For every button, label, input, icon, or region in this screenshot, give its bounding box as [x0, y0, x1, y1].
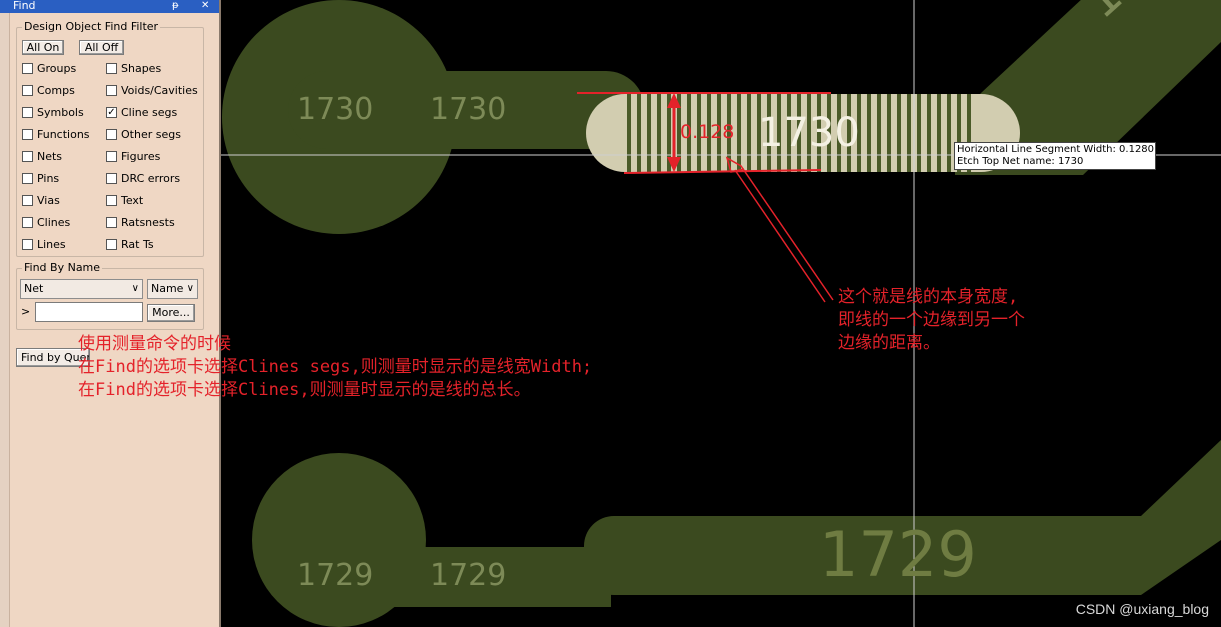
tooltip-line-2: Etch Top Net name: 1730	[957, 156, 1084, 167]
checkbox-unchecked-icon[interactable]	[106, 217, 117, 228]
measure-value: 0.128	[680, 121, 735, 143]
hatch-stripe	[897, 94, 901, 172]
checkbox-label: Groups	[37, 62, 77, 75]
callout-arrow-inner	[734, 169, 826, 303]
hatch-stripe	[907, 94, 911, 172]
checkbox-unchecked-icon[interactable]	[22, 239, 33, 250]
checkbox-unchecked-icon[interactable]	[106, 129, 117, 140]
object-info-tooltip: Horizontal Line Segment Width: 0.1280 Et…	[954, 142, 1156, 170]
checkbox-label: Cline segs	[121, 106, 178, 119]
checkbox-unchecked-icon[interactable]	[22, 195, 33, 206]
checkbox-unchecked-icon[interactable]	[106, 85, 117, 96]
chevron-down-icon: ∨	[131, 283, 139, 294]
width-note-line: 即线的一个边缘到另一个	[838, 310, 1025, 330]
checkbox-label: Voids/Cavities	[121, 84, 198, 97]
all-off-button[interactable]: All Off	[79, 40, 124, 55]
usage-note-line: 使用测量命令的时候	[78, 334, 231, 354]
checkbox-label: Other segs	[121, 128, 181, 141]
checkbox-unchecked-icon[interactable]	[106, 195, 117, 206]
pin-icon[interactable]: ᵽ	[172, 0, 179, 12]
panel-dock-strip	[0, 13, 10, 627]
hatch-stripe	[867, 94, 871, 172]
checkbox-unchecked-icon[interactable]	[106, 63, 117, 74]
net-label-1730-pad: 1730	[297, 92, 374, 127]
close-icon[interactable]: ✕	[201, 0, 209, 12]
hatch-stripe	[637, 94, 641, 172]
usage-note-line: 在Find的选项卡选择Clines,则测量时显示的是线的总长。	[78, 380, 531, 400]
checkbox-unchecked-icon[interactable]	[106, 173, 117, 184]
hatch-stripe	[747, 94, 751, 172]
all-on-button[interactable]: All On	[22, 40, 64, 55]
checkbox-unchecked-icon[interactable]	[22, 217, 33, 228]
hatch-stripe	[917, 94, 921, 172]
checkbox-label: Vias	[37, 194, 60, 207]
checkbox-unchecked-icon[interactable]	[22, 63, 33, 74]
name-prompt: >	[21, 305, 31, 318]
checkbox-unchecked-icon[interactable]	[22, 85, 33, 96]
hatch-stripe	[877, 94, 881, 172]
chevron-down-icon: ∨	[186, 283, 194, 294]
checkbox-unchecked-icon[interactable]	[22, 173, 33, 184]
hatch-stripe	[927, 94, 931, 172]
net-label-1730-selected: 1730	[758, 110, 860, 156]
hatch-stripe	[947, 94, 951, 172]
checkbox-label: Symbols	[37, 106, 84, 119]
checkbox-unchecked-icon[interactable]	[22, 107, 33, 118]
width-note-line: 这个就是线的本身宽度,	[838, 287, 1019, 307]
find-filter-group-label: Design Object Find Filter	[22, 20, 161, 33]
name-mode-select[interactable]: Name ∨	[147, 279, 198, 299]
more-button[interactable]: More...	[147, 304, 195, 322]
checkbox-label: Clines	[37, 216, 71, 229]
checkbox-label: Functions	[37, 128, 90, 141]
object-type-select[interactable]: Net ∨	[20, 279, 143, 299]
checkbox-label: Shapes	[121, 62, 162, 75]
net-label-1730-trace: 1730	[430, 92, 507, 127]
hatch-stripe	[657, 94, 661, 172]
checkbox-label: Nets	[37, 150, 63, 163]
find-panel-title: Find	[13, 0, 36, 12]
hatch-stripe	[937, 94, 941, 172]
pcb-canvas[interactable]: 1730 1730 1730 17 1729 1729 1729 0.128 H…	[221, 0, 1221, 627]
measure-usage-note: 使用测量命令的时候 在Find的选项卡选择Clines segs,则测量时显示的…	[78, 333, 592, 402]
find-by-name-label: Find By Name	[22, 261, 103, 274]
callout-arrow	[725, 156, 834, 301]
checkbox-label: Lines	[37, 238, 66, 251]
net-label-1729-pad: 1729	[297, 558, 374, 593]
checkbox-unchecked-icon[interactable]	[106, 151, 117, 162]
watermark: CSDN @uxiang_blog	[1075, 601, 1209, 617]
checkbox-label: Text	[121, 194, 144, 207]
net-label-1729-large: 1729	[819, 518, 977, 591]
usage-note-line: 在Find的选项卡选择Clines segs,则测量时显示的是线宽Width;	[78, 357, 593, 377]
checkbox-unchecked-icon[interactable]	[106, 239, 117, 250]
checkbox-label: Figures	[121, 150, 161, 163]
width-explanation-note: 这个就是线的本身宽度, 即线的一个边缘到另一个 边缘的距离。	[838, 286, 1025, 355]
hatch-stripe	[647, 94, 651, 172]
checkbox-unchecked-icon[interactable]	[22, 129, 33, 140]
checkbox-label: Rat Ts	[121, 238, 154, 251]
name-input[interactable]	[35, 302, 143, 322]
net-label-1729-trace: 1729	[430, 558, 507, 593]
hatch-stripe	[737, 94, 741, 172]
find-panel-titlebar: Find ᵽ ✕	[0, 0, 219, 13]
hatch-stripe	[887, 94, 891, 172]
checkbox-label: Comps	[37, 84, 75, 97]
checkbox-checked-icon[interactable]: ✓	[106, 107, 117, 118]
checkbox-label: Pins	[37, 172, 60, 185]
width-note-line: 边缘的距离。	[838, 333, 940, 353]
object-type-value: Net	[24, 282, 44, 295]
name-mode-value: Name	[151, 282, 184, 295]
checkbox-label: Ratsnests	[121, 216, 175, 229]
tooltip-line-1: Horizontal Line Segment Width: 0.1280	[957, 144, 1155, 155]
hatch-stripe	[627, 94, 631, 172]
checkbox-unchecked-icon[interactable]	[22, 151, 33, 162]
find-panel: Find ᵽ ✕ Design Object Find Filter All O…	[0, 0, 221, 627]
checkbox-label: DRC errors	[121, 172, 181, 185]
